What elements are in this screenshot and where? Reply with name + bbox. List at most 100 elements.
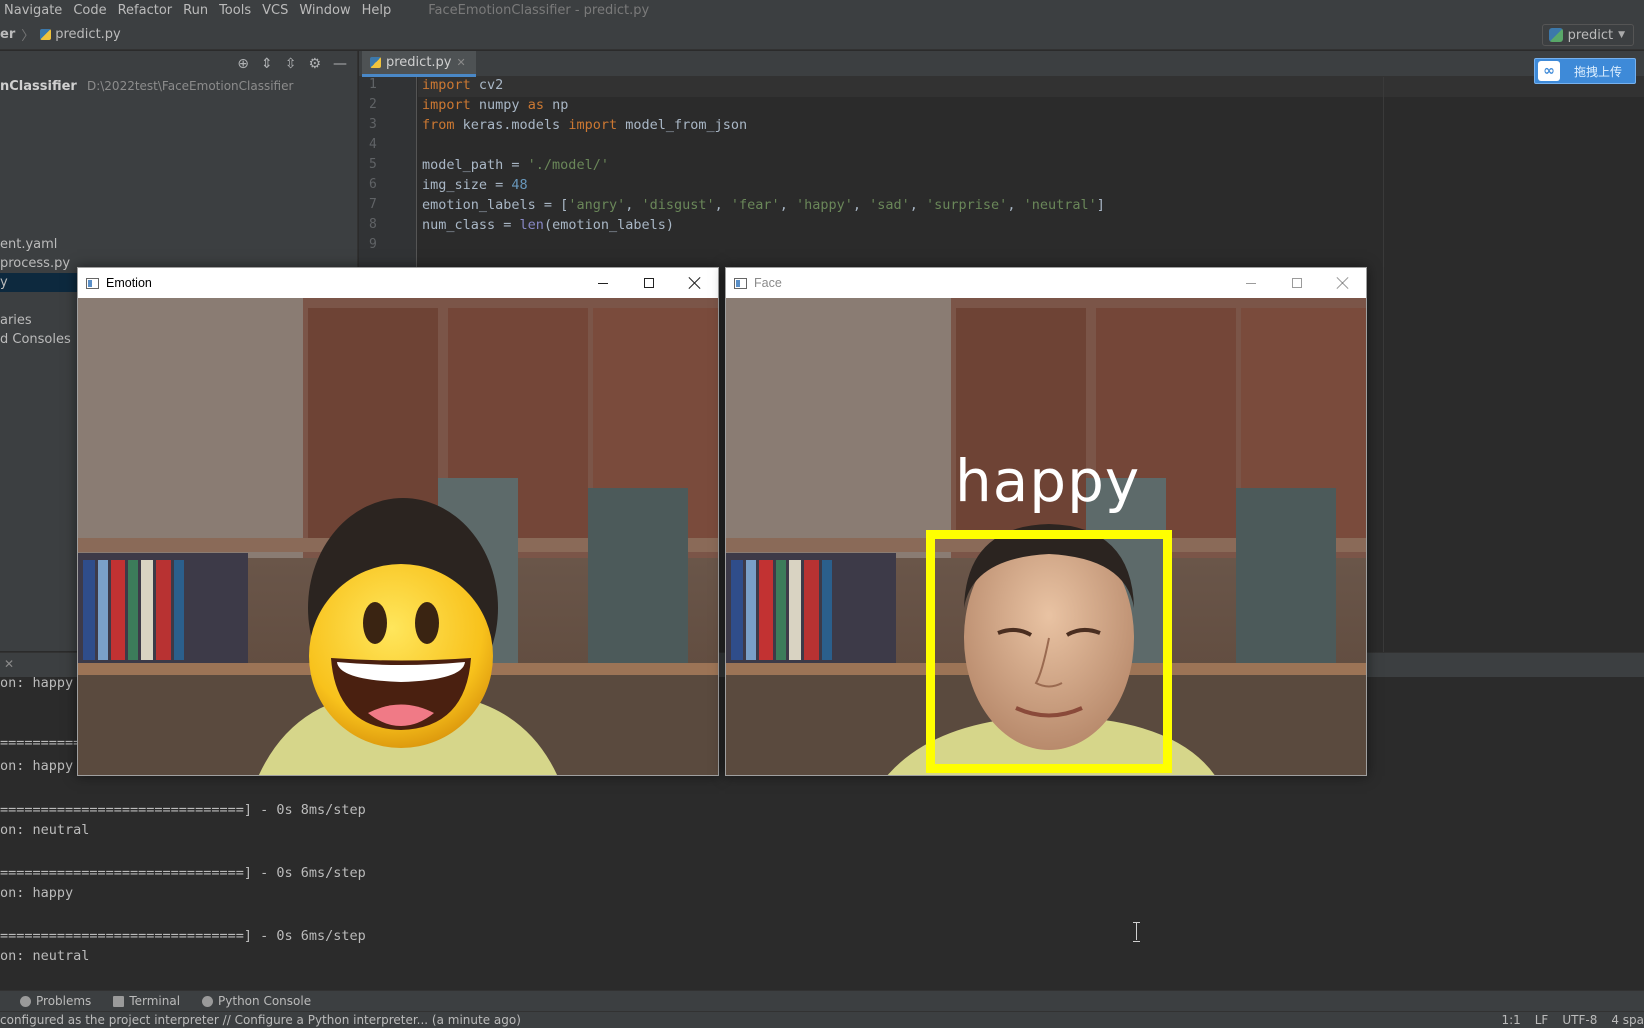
console-line: ==============================] - 0s 8ms…	[0, 802, 366, 818]
caret-row-highlight	[418, 77, 1644, 97]
code-line: import cv2	[422, 77, 504, 93]
line-number: 6	[369, 177, 377, 192]
tool-window-strip: Problems Terminal Python Console	[0, 990, 1644, 1011]
predicted-emotion-label: happy	[955, 447, 1141, 515]
breadcrumb-file[interactable]: predict.py	[55, 27, 121, 42]
terminal-label: Terminal	[129, 994, 181, 1008]
locate-file-icon[interactable]: ⊕	[237, 56, 249, 72]
menu-run[interactable]: Run	[183, 3, 208, 18]
maximize-button[interactable]	[626, 268, 672, 298]
tab-label: predict.py	[386, 55, 452, 70]
face-window-title: Face	[754, 276, 782, 290]
expand-all-icon[interactable]: ⇕	[261, 56, 273, 72]
line-number: 3	[369, 117, 377, 132]
python-file-icon	[40, 29, 52, 40]
code-line: model_path = './model/'	[422, 157, 609, 173]
maximize-icon	[644, 278, 654, 288]
drag-upload-label: 拖拽上传	[1574, 64, 1623, 79]
console-line: on: happy	[0, 675, 74, 691]
close-icon	[1337, 277, 1349, 289]
code-line: num_class = len(emotion_labels)	[422, 217, 674, 233]
close-icon[interactable]: ✕	[4, 657, 14, 671]
maximize-button[interactable]	[1274, 268, 1320, 298]
close-icon[interactable]: ✕	[457, 56, 466, 69]
line-number: 8	[369, 217, 377, 232]
close-button[interactable]	[1320, 268, 1366, 298]
breadcrumb-separator-icon: 〉	[21, 29, 35, 44]
tree-item-yaml[interactable]: ent.yaml	[0, 235, 57, 254]
minimize-icon	[1246, 282, 1256, 284]
drag-upload-button[interactable]: ∞ 拖拽上传	[1534, 58, 1636, 84]
navigation-bar: er 〉 predict.py predict ▼	[0, 20, 1644, 50]
minimize-button[interactable]	[1228, 268, 1274, 298]
menu-bar: Navigate Code Refactor Run Tools VCS Win…	[0, 0, 1644, 20]
tree-item-scratches-consoles[interactable]: d Consoles	[0, 330, 71, 349]
maximize-icon	[1292, 278, 1302, 288]
console-line: on: neutral	[0, 822, 90, 838]
menu-code[interactable]: Code	[73, 3, 106, 18]
project-root-node[interactable]: nClassifier D:\2022test\FaceEmotionClass…	[0, 79, 293, 94]
terminal-tool-button[interactable]: Terminal	[113, 994, 180, 1008]
face-camera-frame: happy	[726, 298, 1366, 775]
python-run-icon	[1548, 28, 1563, 42]
minimize-icon	[598, 282, 608, 284]
project-toolbar: ⊕ ⇕ ⇳ ⚙ —	[237, 51, 357, 77]
close-icon	[689, 277, 701, 289]
code-line: emotion_labels = ['angry', 'disgust', 'f…	[422, 197, 1105, 213]
menu-navigate[interactable]: Navigate	[4, 3, 62, 18]
indent-setting[interactable]: 4 spa	[1611, 1013, 1644, 1027]
menu-refactor[interactable]: Refactor	[118, 3, 173, 18]
tree-item-process-py[interactable]: process.py	[0, 254, 70, 273]
hide-panel-icon[interactable]: —	[333, 56, 347, 72]
python-file-icon	[370, 57, 381, 68]
project-root-name: nClassifier	[0, 79, 77, 94]
menu-tools[interactable]: Tools	[219, 3, 251, 18]
caret-position[interactable]: 1:1	[1501, 1013, 1520, 1027]
console-line: on: neutral	[0, 948, 90, 964]
line-number: 7	[369, 197, 377, 212]
console-line: on: happy	[0, 885, 74, 901]
window-app-icon	[734, 277, 747, 289]
camera-scene-image	[78, 298, 718, 775]
status-bar: configured as the project interpreter //…	[0, 1011, 1644, 1028]
line-number: 2	[369, 97, 377, 112]
console-line: ==============================] - 0s 6ms…	[0, 928, 366, 944]
cloud-icon: ∞	[1538, 61, 1560, 81]
problems-tool-button[interactable]: Problems	[20, 994, 91, 1008]
window-title: FaceEmotionClassifier - predict.py	[428, 2, 650, 18]
emotion-window[interactable]: Emotion	[77, 267, 719, 776]
run-configuration-selector[interactable]: predict ▼	[1541, 24, 1634, 46]
menu-help[interactable]: Help	[362, 3, 392, 18]
line-number: 9	[369, 237, 377, 252]
collapse-all-icon[interactable]: ⇳	[285, 56, 297, 72]
terminal-icon	[113, 995, 125, 1007]
file-encoding[interactable]: UTF-8	[1562, 1013, 1597, 1027]
line-number: 4	[369, 137, 377, 152]
code-line: import numpy as np	[422, 97, 569, 113]
menu-window[interactable]: Window	[299, 3, 350, 18]
line-number: 5	[369, 157, 377, 172]
emotion-window-title: Emotion	[106, 276, 152, 290]
right-margin-guide	[1383, 77, 1384, 652]
problems-label: Problems	[36, 994, 92, 1008]
breadcrumb-project[interactable]: er	[0, 27, 15, 42]
minimize-button[interactable]	[580, 268, 626, 298]
python-console-label: Python Console	[218, 994, 312, 1008]
tab-predict-py[interactable]: predict.py ✕	[362, 51, 476, 77]
problems-icon	[20, 995, 31, 1007]
console-line: on: happy	[0, 758, 74, 774]
text-cursor-icon	[1133, 922, 1141, 942]
gear-icon[interactable]: ⚙	[308, 56, 321, 72]
face-detection-box	[926, 530, 1172, 773]
emotion-camera-frame	[78, 298, 718, 775]
close-button[interactable]	[672, 268, 718, 298]
python-console-tool-button[interactable]: Python Console	[202, 994, 311, 1008]
editor-tab-bar: predict.py ✕	[359, 51, 1644, 77]
status-message[interactable]: configured as the project interpreter //…	[0, 1013, 521, 1027]
line-separator[interactable]: LF	[1535, 1013, 1549, 1027]
python-console-icon	[202, 995, 214, 1007]
menu-vcs[interactable]: VCS	[262, 3, 288, 18]
face-window[interactable]: Face happy	[725, 267, 1367, 776]
code-line: img_size = 48	[422, 177, 528, 193]
tree-item-external-libraries[interactable]: aries	[0, 311, 32, 330]
